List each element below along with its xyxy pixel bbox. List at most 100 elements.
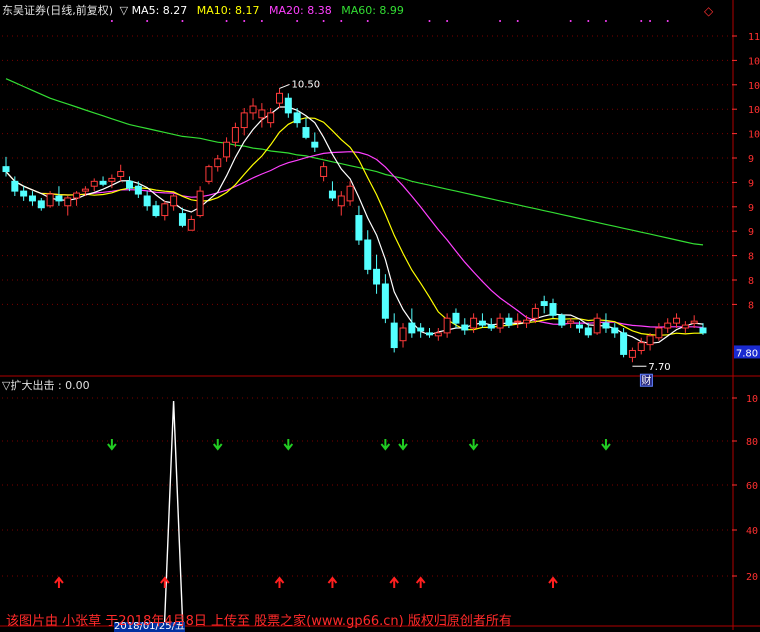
candle-up <box>637 342 645 351</box>
candle-up <box>267 112 275 124</box>
candle-down <box>152 205 160 217</box>
candle-down <box>311 141 319 148</box>
signal-dot <box>516 20 519 22</box>
candle-down <box>478 320 486 326</box>
kline-chart: 11 10 10 10 10 9 9 9 9 8 8 8 10 80 60 40 20 10.50 7.70 7.8… <box>0 0 760 630</box>
candle-up <box>399 327 407 342</box>
signal-dot <box>446 20 449 22</box>
indicator-tick-label: 20 <box>746 572 758 583</box>
signal-dot <box>604 20 607 22</box>
signal-dot <box>366 20 369 22</box>
signal-dot <box>428 20 431 22</box>
indicator-label: ▽扩大出击 : 0.00 <box>2 379 90 392</box>
candle-up <box>531 307 539 319</box>
signal-dot <box>649 20 652 22</box>
signal-dot <box>181 20 184 22</box>
price-tick-label: 10 <box>748 105 760 116</box>
candle-up <box>690 320 698 324</box>
candle-up <box>231 127 239 143</box>
candle-down <box>408 322 416 334</box>
background <box>0 0 760 630</box>
candle-up <box>443 317 451 334</box>
candle-up <box>593 317 601 334</box>
candle-down <box>302 127 310 138</box>
candle-up <box>108 177 116 182</box>
candle-down <box>134 185 142 195</box>
candle-up <box>628 349 636 358</box>
indicator-tick-label: 60 <box>746 481 758 492</box>
price-tick-label: 8 <box>748 300 754 311</box>
candle-up <box>214 158 222 168</box>
ma10-label: MA10: 8.17 <box>196 4 260 17</box>
candle-down <box>20 190 28 197</box>
candle-down <box>364 239 372 270</box>
watermark-text: 该图片由 小张草 于2018年4月8日 上传至 股票之家(www.gp66.cn… <box>6 614 512 629</box>
candle-up <box>664 322 672 329</box>
candle-up <box>655 327 663 339</box>
candle-up <box>81 188 89 192</box>
candle-down <box>178 213 186 226</box>
candle-up <box>514 320 522 323</box>
candle-up <box>496 317 504 329</box>
candle-down <box>328 190 336 199</box>
grid-lines <box>0 0 760 630</box>
candle-up <box>567 320 575 324</box>
ma5-label: MA5: 8.27 <box>131 4 188 17</box>
indicator-tick-label: 10 <box>746 394 758 405</box>
chart-title: 东吴证券(日线,前复权) <box>2 4 114 17</box>
signal-dot <box>296 20 299 22</box>
candle-down <box>55 195 63 202</box>
price-tick-label: 10 <box>748 56 760 67</box>
indicator-tick-label: 40 <box>746 526 758 537</box>
candle-up <box>46 193 54 207</box>
candle-down <box>381 283 389 319</box>
price-tick-label: 9 <box>748 178 754 189</box>
candle-up <box>337 195 345 207</box>
candle-down <box>575 324 583 329</box>
price-tick-label: 10 <box>748 130 760 141</box>
price-tick-label: 9 <box>748 154 754 165</box>
signal-dot <box>322 20 325 22</box>
candle-down <box>425 332 433 336</box>
price-tick-label: 9 <box>748 227 754 238</box>
candle-down <box>611 327 619 334</box>
candle-up <box>64 197 72 207</box>
signal-dot <box>225 20 228 22</box>
finance-badge-label: 财 <box>641 374 651 387</box>
signal-dot <box>243 20 246 22</box>
candle-up <box>73 192 81 199</box>
candle-down <box>602 322 610 329</box>
signal-dot <box>499 20 502 22</box>
diamond-icon[interactable]: ◇ <box>704 4 713 18</box>
candle-down <box>558 314 566 326</box>
candle-down <box>461 324 469 331</box>
ma60-label: MA60: 8.99 <box>341 4 404 17</box>
ma-toggle-icon[interactable]: ▽ <box>120 4 128 17</box>
candle-down <box>143 195 151 207</box>
candle-down <box>355 215 363 241</box>
candle-down <box>284 97 292 114</box>
candle-up <box>249 105 257 114</box>
candle-up <box>187 218 195 231</box>
price-tick-label: 8 <box>748 252 754 263</box>
signal-dot <box>569 20 572 22</box>
candle-up <box>161 203 169 217</box>
candle-up <box>223 141 231 158</box>
candle-up <box>117 171 125 177</box>
signal-dot <box>260 20 263 22</box>
candle-up <box>258 109 266 119</box>
candle-up <box>523 319 531 324</box>
signal-dot <box>146 20 149 22</box>
low-price-label: 7.70 <box>648 362 670 373</box>
candle-up <box>346 185 354 202</box>
signal-dot <box>110 20 113 22</box>
candle-down <box>28 195 36 202</box>
signal-dot <box>640 20 643 22</box>
candle-down <box>373 268 381 285</box>
candle-up <box>90 180 98 187</box>
price-tick-label: 11 <box>748 32 760 43</box>
candle-up <box>673 317 681 324</box>
price-tick-label: 8 <box>748 276 754 287</box>
candle-down <box>540 301 548 307</box>
candle-down <box>505 317 513 326</box>
